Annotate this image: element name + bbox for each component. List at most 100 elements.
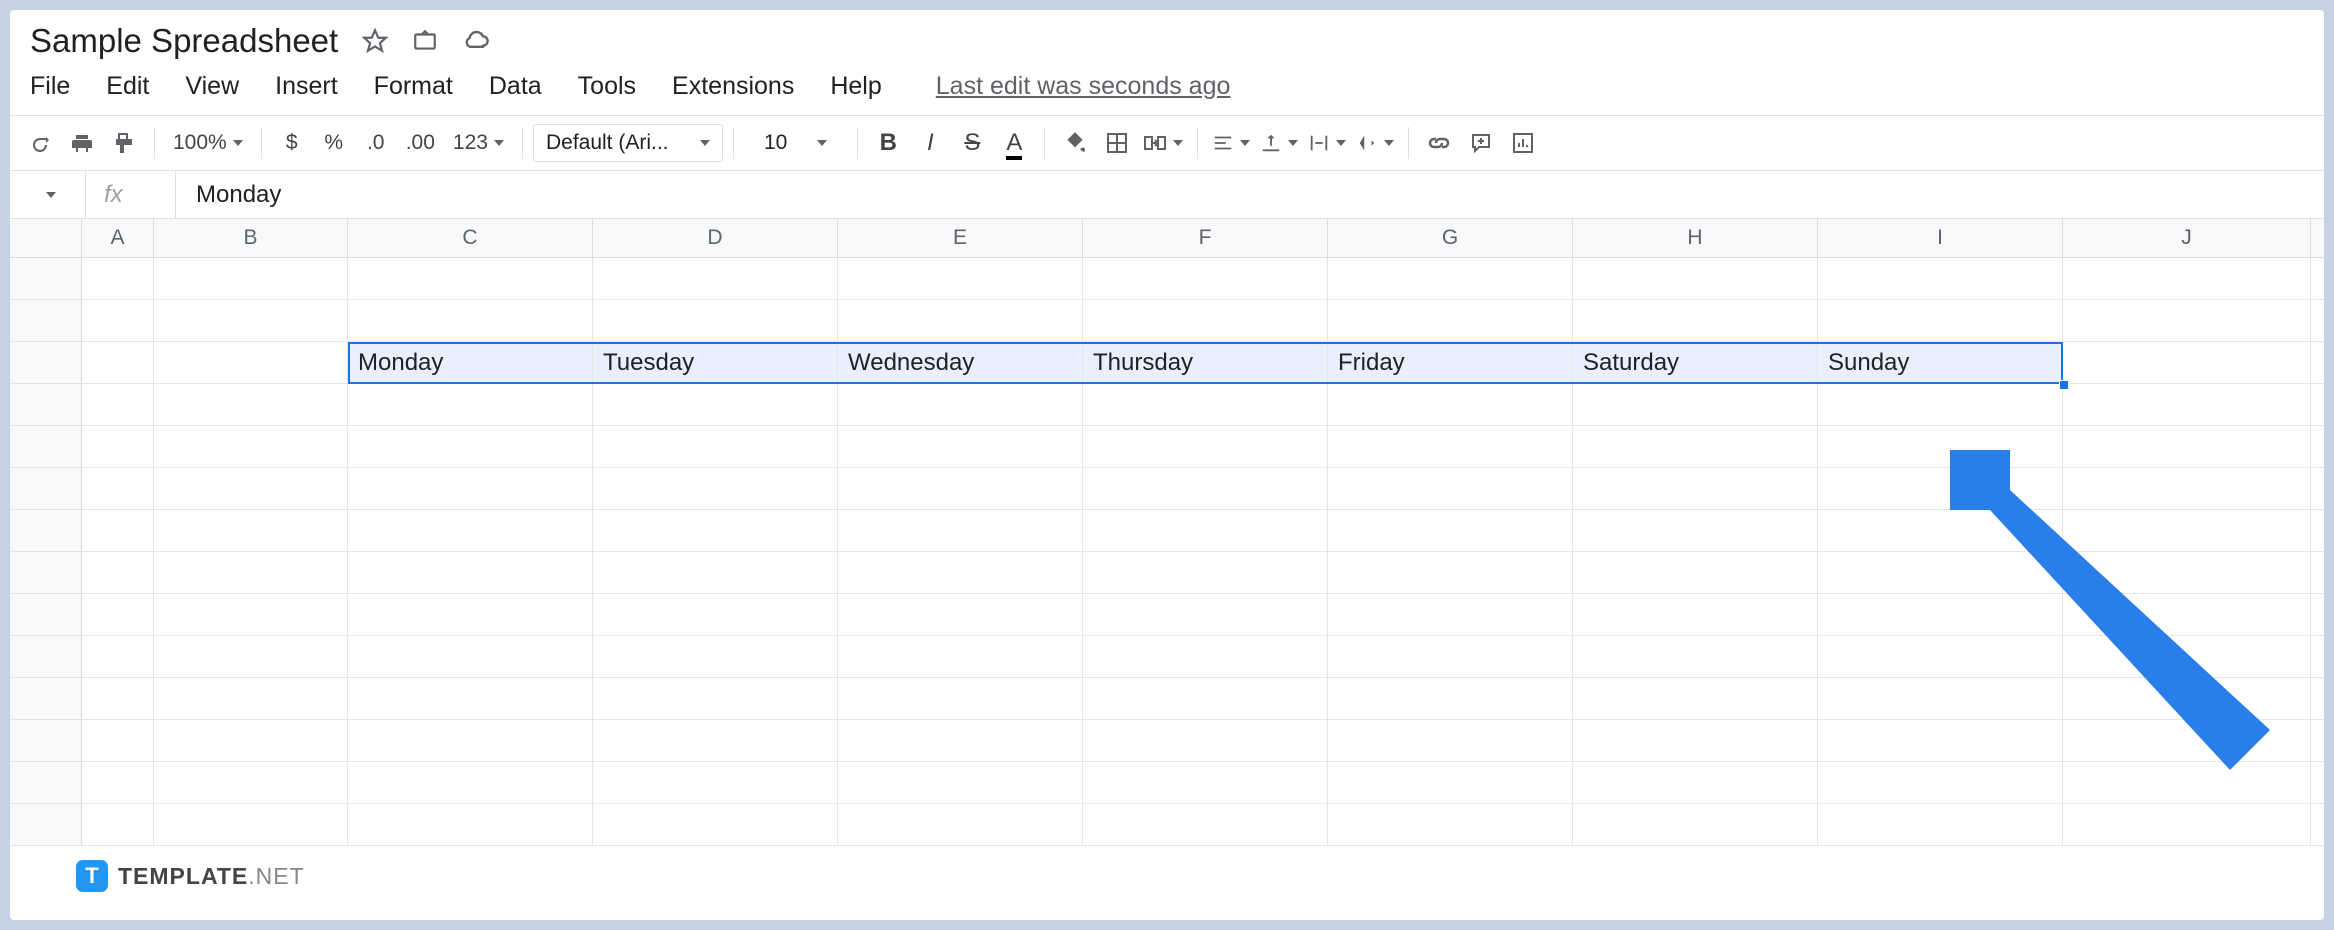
cell[interactable]	[348, 384, 593, 425]
cell[interactable]	[593, 762, 838, 803]
insert-chart-button[interactable]	[1503, 123, 1543, 163]
cell[interactable]	[1328, 384, 1573, 425]
cell[interactable]	[1083, 678, 1328, 719]
cell[interactable]	[593, 552, 838, 593]
cell[interactable]	[593, 636, 838, 677]
cell[interactable]	[1328, 804, 1573, 845]
cell[interactable]	[838, 258, 1083, 299]
cell[interactable]	[82, 720, 154, 761]
cell[interactable]	[1573, 762, 1818, 803]
strikethrough-button[interactable]: S	[952, 123, 992, 163]
cell[interactable]	[1083, 636, 1328, 677]
cell-h3[interactable]: Saturday	[1573, 342, 1818, 383]
cell[interactable]	[154, 678, 348, 719]
fill-color-button[interactable]	[1055, 123, 1095, 163]
cell[interactable]	[1818, 678, 2063, 719]
cell[interactable]	[1328, 426, 1573, 467]
cell[interactable]	[348, 594, 593, 635]
cell[interactable]	[838, 804, 1083, 845]
col-header-f[interactable]: F	[1083, 219, 1328, 257]
cell[interactable]	[1083, 594, 1328, 635]
cell[interactable]	[1818, 636, 2063, 677]
cell[interactable]	[154, 510, 348, 551]
cell-c3[interactable]: Monday	[348, 342, 593, 383]
cell[interactable]	[1818, 720, 2063, 761]
cell[interactable]	[593, 426, 838, 467]
cell[interactable]	[348, 300, 593, 341]
cell[interactable]	[2063, 636, 2311, 677]
row-header[interactable]	[10, 468, 82, 509]
col-header-h[interactable]: H	[1573, 219, 1818, 257]
menu-edit[interactable]: Edit	[106, 72, 149, 101]
cell[interactable]	[838, 678, 1083, 719]
cell[interactable]	[2063, 594, 2311, 635]
cell[interactable]	[1818, 762, 2063, 803]
col-header-c[interactable]: C	[348, 219, 593, 257]
cell[interactable]	[82, 258, 154, 299]
menu-help[interactable]: Help	[830, 72, 881, 101]
cell[interactable]	[154, 300, 348, 341]
menu-format[interactable]: Format	[374, 72, 453, 101]
cell[interactable]	[82, 636, 154, 677]
cell[interactable]	[82, 510, 154, 551]
row-header[interactable]	[10, 804, 82, 845]
vertical-align-button[interactable]	[1256, 123, 1302, 163]
zoom-select[interactable]: 100%	[165, 123, 251, 163]
cell[interactable]	[348, 468, 593, 509]
cell[interactable]	[154, 762, 348, 803]
col-header-b[interactable]: B	[154, 219, 348, 257]
cell[interactable]	[838, 636, 1083, 677]
insert-link-button[interactable]	[1419, 123, 1459, 163]
document-title[interactable]: Sample Spreadsheet	[30, 22, 338, 60]
cell[interactable]	[82, 426, 154, 467]
cell[interactable]	[2063, 720, 2311, 761]
cell[interactable]	[1328, 258, 1573, 299]
cell[interactable]	[154, 594, 348, 635]
cell[interactable]	[154, 342, 348, 383]
cell[interactable]	[2063, 258, 2311, 299]
row-header[interactable]	[10, 510, 82, 551]
bold-button[interactable]: B	[868, 123, 908, 163]
cell[interactable]	[154, 720, 348, 761]
cell[interactable]	[348, 258, 593, 299]
cell[interactable]	[1573, 804, 1818, 845]
cell[interactable]	[82, 384, 154, 425]
cell[interactable]	[593, 804, 838, 845]
cell-e3[interactable]: Wednesday	[838, 342, 1083, 383]
cell[interactable]	[2063, 426, 2311, 467]
currency-button[interactable]: $	[272, 123, 312, 163]
print-button[interactable]	[62, 123, 102, 163]
selection-handle[interactable]	[2059, 380, 2069, 390]
cell[interactable]	[838, 594, 1083, 635]
cell[interactable]	[2063, 300, 2311, 341]
cell[interactable]	[1328, 510, 1573, 551]
cell[interactable]	[348, 636, 593, 677]
cell-d3[interactable]: Tuesday	[593, 342, 838, 383]
cell[interactable]	[1573, 720, 1818, 761]
row-header[interactable]	[10, 720, 82, 761]
col-header-i[interactable]: I	[1818, 219, 2063, 257]
cell[interactable]	[838, 300, 1083, 341]
cell[interactable]	[1573, 594, 1818, 635]
cell[interactable]	[348, 804, 593, 845]
row-header[interactable]	[10, 594, 82, 635]
borders-button[interactable]	[1097, 123, 1137, 163]
cell[interactable]	[348, 762, 593, 803]
cell[interactable]	[348, 720, 593, 761]
cell[interactable]	[82, 342, 154, 383]
cell[interactable]	[593, 468, 838, 509]
cell[interactable]	[1573, 552, 1818, 593]
cell[interactable]	[1818, 384, 2063, 425]
cell[interactable]	[1573, 426, 1818, 467]
cell[interactable]	[154, 384, 348, 425]
cell[interactable]	[1818, 426, 2063, 467]
cell[interactable]	[593, 510, 838, 551]
cell[interactable]	[154, 552, 348, 593]
font-select[interactable]: Default (Ari...	[533, 124, 723, 162]
cell[interactable]	[82, 678, 154, 719]
cell[interactable]	[2063, 510, 2311, 551]
menu-data[interactable]: Data	[489, 72, 542, 101]
cell[interactable]	[82, 300, 154, 341]
cell[interactable]	[1573, 636, 1818, 677]
cell[interactable]	[1328, 762, 1573, 803]
